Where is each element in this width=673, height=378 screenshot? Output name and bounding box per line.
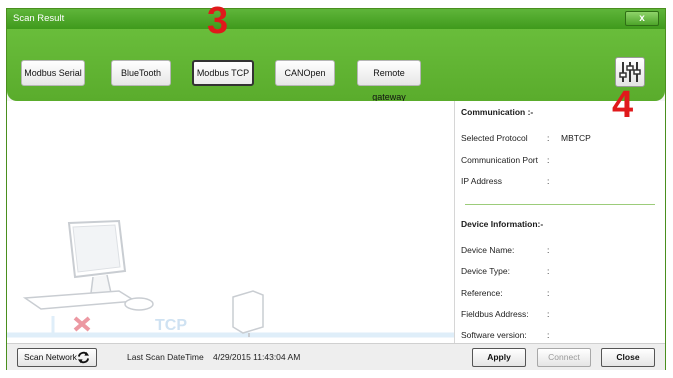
tab-bluetooth[interactable]: BlueTooth (111, 60, 171, 86)
info-pane: Communication :- Selected Protocol : MBT… (454, 101, 665, 343)
communication-port-colon: : (547, 155, 550, 165)
software-version-label: Software version: (461, 330, 527, 340)
software-version-colon: : (547, 330, 550, 340)
tab-modbus-tcp[interactable]: Modbus TCP (192, 60, 254, 86)
annotation-marker-3: 3 (207, 0, 229, 42)
device-type-colon: : (547, 266, 550, 276)
tcp-label: TCP (155, 317, 187, 334)
last-scan-label: Last Scan DateTime (127, 352, 204, 362)
reference-label: Reference: (461, 288, 503, 298)
section-divider (465, 204, 655, 205)
device-type-label: Device Type: (461, 266, 510, 276)
device-information-title: Device Information:- (461, 219, 544, 229)
scan-result-window: Scan Result x Modbus Serial BlueTooth Mo… (6, 8, 666, 370)
last-scan-value: 4/29/2015 11:43:04 AM (213, 352, 301, 362)
network-illustration (7, 219, 454, 338)
tab-canopen[interactable]: CANOpen (275, 60, 335, 86)
bottom-bar: Scan Network Last Scan DateTime 4/29/201… (7, 343, 665, 370)
settings-button[interactable] (615, 57, 645, 87)
sliders-icon (619, 62, 641, 82)
selected-protocol-value: MBTCP (561, 133, 591, 143)
protocol-toolbar: Modbus Serial BlueTooth Modbus TCP CANOp… (7, 29, 665, 102)
scan-network-label: Scan Network (24, 352, 77, 362)
device-name-label: Device Name: (461, 245, 515, 255)
selected-protocol-colon: : (547, 133, 550, 143)
mouse-graphic (124, 297, 154, 311)
window-title: Scan Result (13, 13, 65, 24)
selected-protocol-label: Selected Protocol (461, 133, 528, 143)
fieldbus-address-colon: : (547, 309, 550, 319)
communication-title: Communication :- (461, 107, 534, 117)
ip-address-colon: : (547, 176, 550, 186)
reference-colon: : (547, 288, 550, 298)
ip-address-label: IP Address (461, 176, 502, 186)
device-name-colon: : (547, 245, 550, 255)
window-close-button[interactable]: x (625, 11, 659, 26)
annotation-marker-4: 4 (612, 84, 634, 126)
close-button[interactable]: Close (601, 348, 655, 367)
refresh-icon (77, 351, 90, 364)
fieldbus-address-label: Fieldbus Address: (461, 309, 529, 319)
network-illustration-pane: TCP (7, 101, 454, 343)
tab-modbus-serial[interactable]: Modbus Serial (21, 60, 85, 86)
tab-remote-gateway[interactable]: Remote gateway (357, 60, 421, 102)
scan-network-button[interactable]: Scan Network (17, 348, 97, 367)
apply-button[interactable]: Apply (472, 348, 526, 367)
communication-port-label: Communication Port (461, 155, 539, 165)
connect-button[interactable]: Connect (537, 348, 591, 367)
disconnected-x-icon (73, 316, 91, 332)
keyboard-graphic (22, 290, 138, 310)
title-bar: Scan Result x (7, 9, 665, 29)
device-graphic (232, 290, 264, 334)
